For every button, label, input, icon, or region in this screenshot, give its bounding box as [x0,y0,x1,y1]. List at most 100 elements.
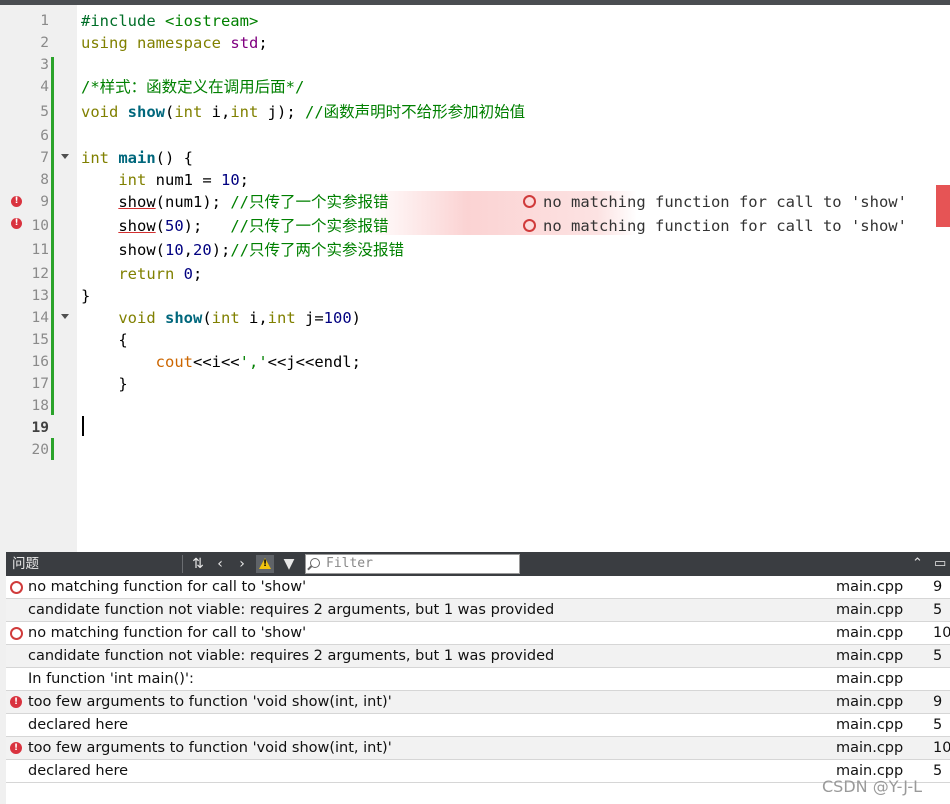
code-text: i, [202,103,231,121]
filter-input[interactable]: Filter [305,554,520,574]
search-icon [310,558,320,568]
keyword: int [81,149,109,167]
code-text: ( [165,103,175,121]
line-number-gutter: 1 2 3 4 5 6 7 8 9 10 11 12 13 14 15 16 1… [6,5,77,552]
issue-row[interactable]: too few arguments to function 'void show… [6,737,950,760]
issue-file: main.cpp [836,694,904,710]
issue-message: too few arguments to function 'void show… [28,740,392,756]
issues-panel-header: 问题 ⇅ ‹ › ! ▼ Filter ⌃ ▭ [6,552,950,576]
code-text: j); [258,103,306,121]
text-cursor [82,416,84,436]
issue-line: 5 [933,763,943,779]
inline-error-text: no matching function for call to 'show' [543,193,907,211]
code-text: ) [351,309,362,327]
error-scroll-marker[interactable] [936,185,950,227]
warning-icon[interactable]: ! [256,555,274,573]
inline-error-annotation[interactable]: no matching function for call to 'show' [523,191,907,213]
code-text: ; [239,171,249,189]
code-text: show [118,241,156,259]
code-editor[interactable]: 1 2 3 4 5 6 7 8 9 10 11 12 13 14 15 16 1… [6,5,950,552]
error-marker-icon[interactable] [11,217,22,229]
fold-arrow-icon[interactable] [61,154,69,159]
code-line-9: show(num1); //只传了一个实参报错 [81,191,388,213]
collapse-up-icon[interactable]: ⌃ [912,552,923,576]
code-text: (num1); [155,193,231,211]
code-line-14: void show(int i,int j=100) [81,307,361,329]
code-line-12: return 0; [81,263,202,285]
code-text: <<i<< [192,353,240,371]
issue-message: In function 'int main()': [28,671,194,687]
error-ring-icon [10,581,23,594]
error-icon [10,742,22,754]
line-number: 11 [31,242,49,258]
keyword: int [118,171,147,189]
keyword: int [174,103,203,121]
issue-line: 5 [933,717,943,733]
issue-file: main.cpp [836,579,904,595]
issues-list[interactable]: no matching function for call to 'show' … [6,576,950,804]
code-line-2: using namespace std; [81,34,268,52]
number-literal: 10 [220,171,240,189]
function-name: main [118,149,156,167]
line-number: 1 [40,13,49,29]
issue-row[interactable]: declared here main.cpp 5 [6,760,950,783]
issue-line: 10 [933,740,950,756]
function-name: show [165,309,203,327]
line-number: 16 [31,354,49,370]
issue-message: candidate function not viable: requires … [28,602,555,618]
inline-error-text: no matching function for call to 'show' [543,217,907,235]
number-literal: 0 [183,265,194,283]
line-number: 4 [40,79,49,95]
issue-file: main.cpp [836,625,904,641]
char-literal: ',' [239,353,268,371]
error-marker-icon[interactable] [11,195,22,207]
code-text: ); [211,241,231,259]
number-literal: 10 [165,241,184,259]
line-number: 14 [31,310,49,326]
code-text: { [118,331,128,349]
maximize-icon[interactable]: ▭ [934,552,946,576]
filter-sort-icon[interactable]: ⇅ [189,552,207,576]
panel-title: 问题 [12,556,39,572]
code-line-10: show(50); //只传了一个实参报错 [81,215,389,237]
line-number: 13 [31,288,49,304]
keyword: using [81,34,128,52]
prev-arrow-icon[interactable]: ‹ [212,552,228,576]
comment: //只传了一个实参报错 [230,217,389,235]
issue-message: too few arguments to function 'void show… [28,694,392,710]
line-number: 20 [31,442,49,458]
issue-row[interactable]: candidate function not viable: requires … [6,645,950,668]
fold-arrow-icon[interactable] [61,314,69,319]
issue-row[interactable]: no matching function for call to 'show' … [6,622,950,645]
issue-row[interactable]: candidate function not viable: requires … [6,599,950,622]
line-number: 17 [31,376,49,392]
issue-file: main.cpp [836,740,904,756]
keyword: int [211,309,240,327]
include-header: <iostream> [155,12,259,30]
issue-line: 5 [933,648,943,664]
code-line-16: cout<<i<<','<<j<<endl; [81,351,361,373]
funnel-icon[interactable]: ▼ [281,552,297,576]
error-ring-icon [10,627,23,640]
code-text: () { [155,149,193,167]
line-number: 15 [31,332,49,348]
next-arrow-icon[interactable]: › [234,552,250,576]
inline-error-annotation[interactable]: no matching function for call to 'show' [523,215,907,237]
issue-row[interactable]: In function 'int main()': main.cpp [6,668,950,691]
code-line-4: /*样式：函数定义在调用后面*/ [81,78,305,96]
issue-row[interactable]: declared here main.cpp 5 [6,714,950,737]
line-number: 8 [40,172,49,188]
keyword: namespace [137,34,222,52]
keyword: void [118,309,156,327]
issue-row[interactable]: too few arguments to function 'void show… [6,691,950,714]
number-literal: 100 [323,309,352,327]
line-number: 3 [40,57,49,73]
current-line-number: 19 [31,420,49,436]
issue-row[interactable]: no matching function for call to 'show' … [6,576,950,599]
issue-line: 5 [933,602,943,618]
code-line-13: } [81,287,91,305]
code-text: ; [193,265,203,283]
code-line-5: void show(int i,int j); //函数声明时不给形参加初始值 [81,101,525,123]
code-line-8: int num1 = 10; [81,169,249,191]
